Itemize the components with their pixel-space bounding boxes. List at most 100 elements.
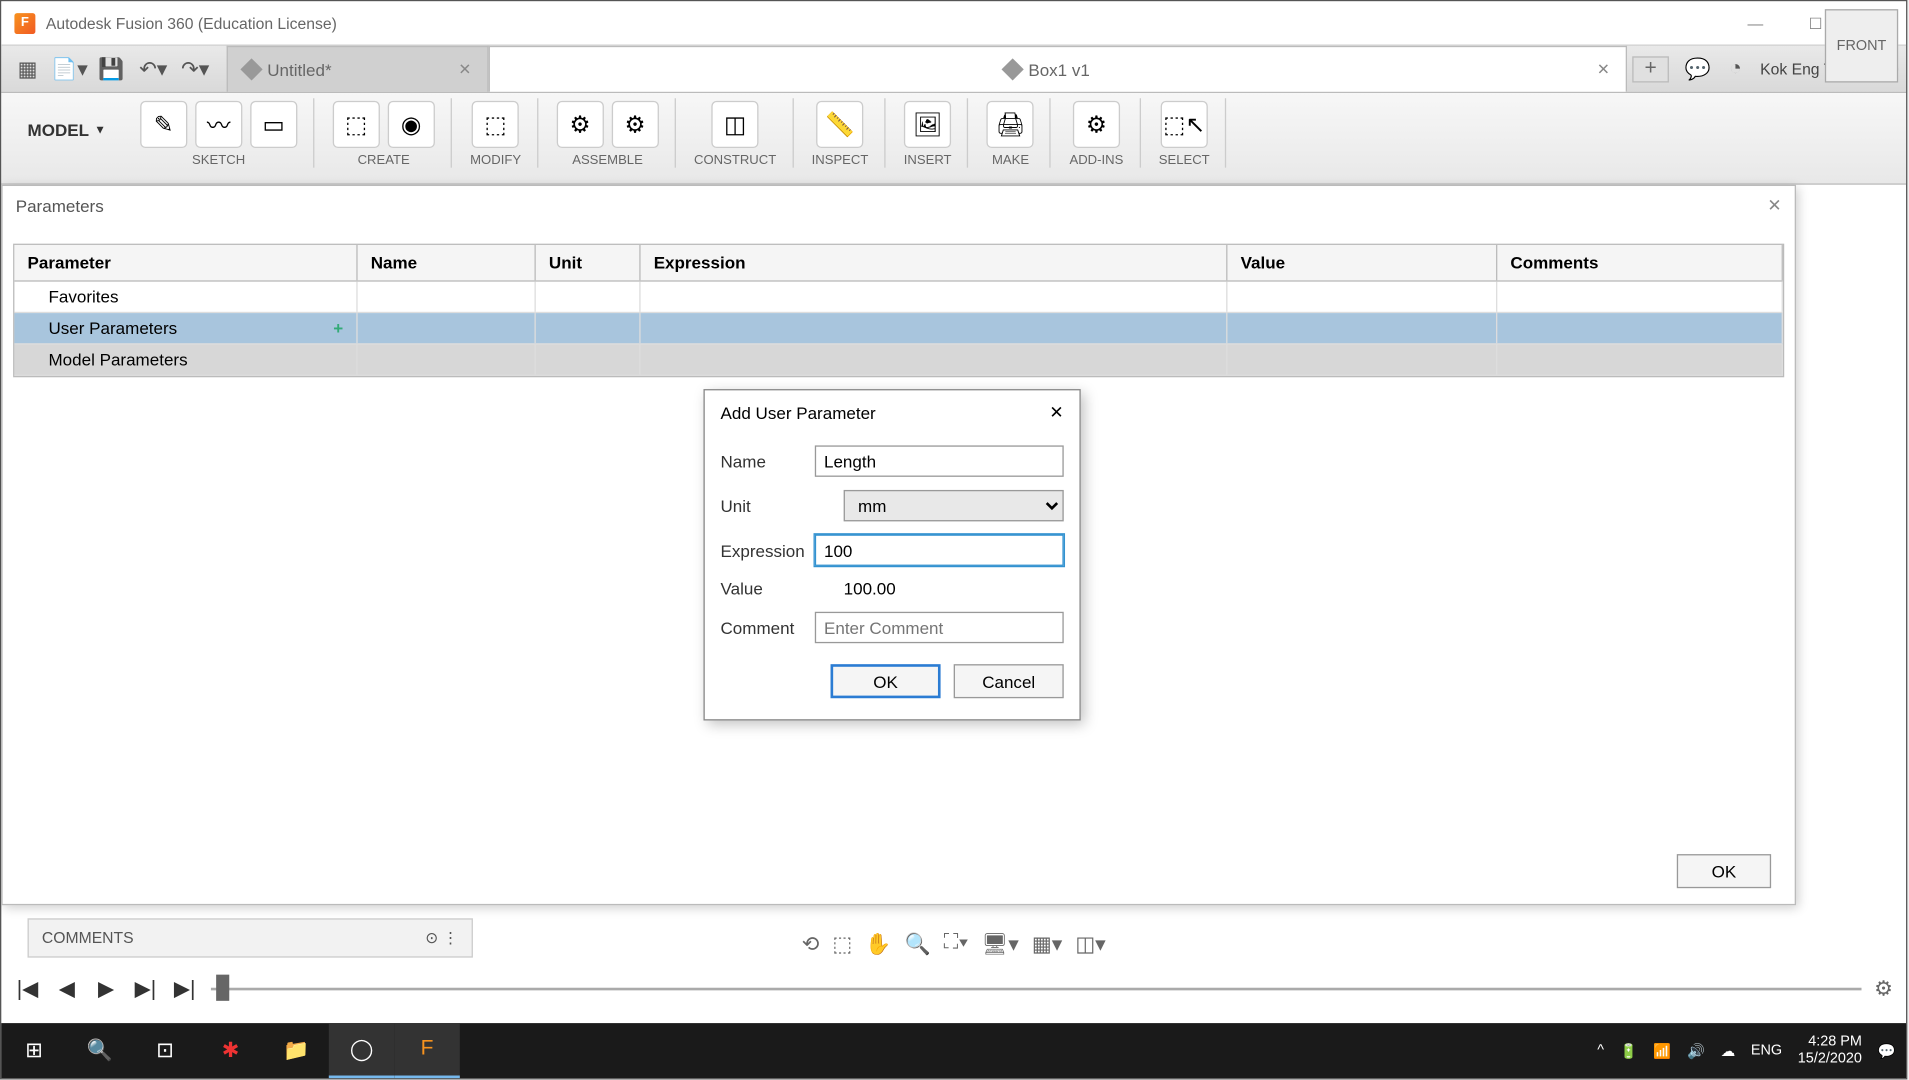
joint-icon[interactable]: ⚙ (556, 101, 603, 148)
new-tab-button[interactable]: + (1632, 56, 1669, 82)
orbit-icon[interactable]: ⟲ (802, 931, 820, 957)
header-unit: Unit (536, 245, 641, 280)
display-icon[interactable]: 🖥▾ (982, 931, 1019, 957)
group-label[interactable]: ADD-INS (1069, 153, 1123, 167)
insert-icon[interactable]: 🖼 (904, 101, 951, 148)
explorer-icon[interactable]: 📁 (263, 1023, 329, 1078)
table-row-user-parameters[interactable]: User Parameters+ (14, 313, 1782, 344)
app-pinned[interactable]: ✱ (198, 1023, 264, 1078)
line-icon[interactable]: 〰 (195, 101, 242, 148)
presspull-icon[interactable]: ⬚ (472, 101, 519, 148)
system-clock[interactable]: 4:28 PM 15/2/2020 (1798, 1033, 1862, 1068)
grid-icon[interactable]: ▦▾ (1032, 931, 1062, 957)
timeline-marker[interactable] (216, 975, 229, 1001)
cancel-button[interactable]: Cancel (954, 664, 1064, 698)
tab-box1[interactable]: Box1 v1 ✕ (489, 46, 1627, 92)
timeline-start-icon[interactable]: |◀ (14, 976, 40, 1002)
tab-untitled[interactable]: Untitled* ✕ (227, 46, 489, 92)
group-label[interactable]: SELECT (1159, 153, 1210, 167)
table-row-model-parameters[interactable]: Model Parameters (14, 345, 1782, 376)
timeline-settings-icon[interactable]: ⚙ (1874, 976, 1893, 1002)
extrude-icon[interactable]: ⬚ (333, 101, 380, 148)
timeline-next-icon[interactable]: ▶| (132, 976, 158, 1002)
comment-input[interactable] (815, 612, 1064, 643)
taskview-icon[interactable]: ⊡ (132, 1023, 198, 1078)
add-icon[interactable]: + (333, 318, 343, 338)
start-button[interactable]: ⊞ (1, 1023, 67, 1078)
battery-icon[interactable]: 🔋 (1620, 1042, 1638, 1059)
group-label[interactable]: INSERT (904, 153, 952, 167)
zoom-icon[interactable]: 🔍 (904, 931, 930, 957)
job-status-icon[interactable]: ◔ (1729, 57, 1742, 81)
group-create: ⬚ ◉ CREATE (317, 98, 452, 167)
rect-icon[interactable]: ▭ (250, 101, 297, 148)
name-input[interactable] (815, 445, 1064, 476)
group-insert: 🖼 INSERT (888, 98, 969, 167)
timeline-prev-icon[interactable]: ◀ (54, 976, 80, 1002)
timeline-end-icon[interactable]: ▶| (172, 976, 198, 1002)
redo-icon[interactable]: ↷▾ (177, 50, 214, 87)
group-label[interactable]: CREATE (358, 153, 410, 167)
notifications-icon[interactable]: 💬 (1878, 1042, 1896, 1059)
group-select: ⬚↖ SELECT (1143, 98, 1227, 167)
group-label[interactable]: MAKE (992, 153, 1029, 167)
onedrive-icon[interactable]: ☁ (1721, 1042, 1735, 1059)
group-assemble: ⚙⚙ ASSEMBLE (541, 98, 676, 167)
asbuilt-icon[interactable]: ⚙ (611, 101, 658, 148)
undo-icon[interactable]: ↶▾ (135, 50, 172, 87)
app-icon: F (14, 12, 35, 33)
group-label[interactable]: CONSTRUCT (694, 153, 776, 167)
group-modify: ⬚ MODIFY (454, 98, 538, 167)
timeline-track[interactable] (211, 988, 1861, 991)
viewcube[interactable]: FRONT (1825, 9, 1898, 82)
tab-close-icon[interactable]: ✕ (458, 60, 471, 78)
plane-icon[interactable]: ◫ (712, 101, 759, 148)
group-label[interactable]: SKETCH (192, 153, 245, 167)
chrome-icon[interactable]: ◯ (329, 1023, 395, 1078)
data-panel-icon[interactable]: ▦ (9, 50, 46, 87)
expression-input[interactable] (815, 534, 1064, 565)
workspace-selector[interactable]: MODEL ▼ (12, 98, 122, 161)
document-tabs: Untitled* ✕ Box1 v1 ✕ (227, 46, 1627, 92)
unit-select[interactable]: mm (844, 490, 1064, 521)
table-row-favorites[interactable]: Favorites (14, 282, 1782, 313)
addins-icon[interactable]: ⚙ (1073, 101, 1120, 148)
add-user-parameter-dialog: Add User Parameter ✕ Name Unit mm Expres… (703, 389, 1080, 720)
lookat-icon[interactable]: ⬚ (832, 931, 852, 957)
ok-button[interactable]: OK (1677, 854, 1771, 888)
fusion-icon[interactable]: F (394, 1023, 459, 1078)
file-menu-icon[interactable]: 📄▾ (51, 50, 88, 87)
group-label[interactable]: MODIFY (470, 153, 521, 167)
select-icon[interactable]: ⬚↖ (1161, 101, 1208, 148)
group-label[interactable]: ASSEMBLE (572, 153, 643, 167)
comments-menu-icon[interactable]: ⊙ ⋮ (425, 929, 458, 947)
wifi-icon[interactable]: 📶 (1653, 1042, 1671, 1059)
timeline-play-icon[interactable]: ▶ (93, 976, 119, 1002)
unit-label: Unit (720, 496, 843, 516)
sketch-icon[interactable]: ✎ (140, 101, 187, 148)
fit-icon[interactable]: ⛶▾ (944, 931, 969, 957)
tab-close-icon[interactable]: ✕ (1597, 60, 1610, 78)
language-indicator[interactable]: ENG (1751, 1043, 1782, 1059)
close-icon[interactable]: ✕ (1767, 195, 1781, 216)
dialog-title: Add User Parameter (720, 403, 875, 423)
pan-icon[interactable]: ✋ (865, 931, 891, 957)
group-label[interactable]: INSPECT (812, 153, 869, 167)
minimize-button[interactable]: — (1725, 1, 1785, 46)
viewports-icon[interactable]: ◫▾ (1075, 931, 1105, 957)
group-construct: ◫ CONSTRUCT (678, 98, 793, 167)
measure-icon[interactable]: 📏 (816, 101, 863, 148)
close-icon[interactable]: ✕ (1049, 402, 1063, 423)
ok-button[interactable]: OK (831, 664, 941, 698)
group-inspect: 📏 INSPECT (796, 98, 886, 167)
ribbon-toolbar: MODEL ▼ ✎ 〰 ▭ SKETCH ⬚ ◉ CREATE ⬚ MODIFY… (1, 93, 1906, 185)
volume-icon[interactable]: 🔊 (1687, 1042, 1705, 1059)
table-header: Parameter Name Unit Expression Value Com… (14, 245, 1782, 282)
print-icon[interactable]: 🖨 (987, 101, 1034, 148)
revolve-icon[interactable]: ◉ (388, 101, 435, 148)
save-icon[interactable]: 💾 (93, 50, 130, 87)
extensions-icon[interactable]: 💬 (1685, 56, 1711, 82)
search-icon[interactable]: 🔍 (67, 1023, 133, 1078)
tray-chevron-icon[interactable]: ^ (1597, 1043, 1604, 1059)
comments-panel[interactable]: COMMENTS ⊙ ⋮ (28, 918, 473, 957)
